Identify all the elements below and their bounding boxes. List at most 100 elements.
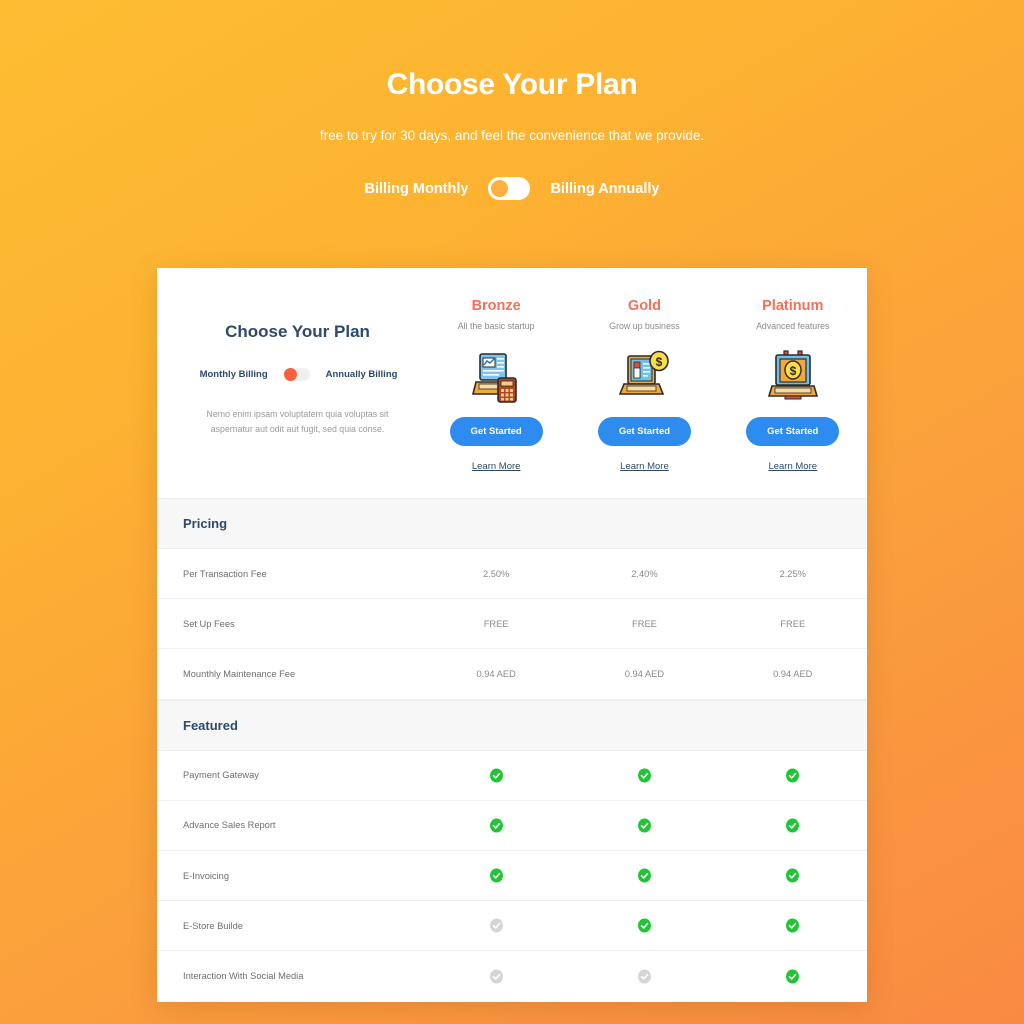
row-cell: 2.50% xyxy=(482,568,510,579)
plan-intro-column: Choose Your Plan Monthly Billing Annuall… xyxy=(157,298,422,472)
card-billing-toggle-group: Monthly Billing Annually Billing xyxy=(183,368,422,381)
page-title: Choose Your Plan xyxy=(386,68,638,101)
plan-name-bronze: Bronze xyxy=(471,298,521,314)
section-title: Pricing xyxy=(183,516,228,531)
plan-subtitle-gold: Grow up business xyxy=(609,321,680,331)
table-row: Advance Sales Report xyxy=(157,801,867,851)
row-label: E-Store Builde xyxy=(183,920,243,931)
row-label: Payment Gateway xyxy=(183,770,259,781)
table-row: E-Store Builde xyxy=(157,901,867,952)
row-cell xyxy=(422,818,570,833)
plan-column-gold: Gold Grow up business $ Get Started Lear… xyxy=(570,298,718,472)
section-title: Featured xyxy=(183,717,238,733)
row-cell xyxy=(422,768,570,783)
plan-column-platinum: Platinum Advanced features $ Get Started… xyxy=(719,298,867,472)
check-icon-on xyxy=(786,818,800,833)
check-icon-on xyxy=(489,868,503,883)
billing-period-switch[interactable] xyxy=(488,177,531,200)
row-cell xyxy=(422,918,570,933)
plan-column-bronze: Bronze All the basic startup Get Started… xyxy=(422,298,570,472)
row-cell xyxy=(570,969,718,984)
row-label: Mounthly Maintenance Fee xyxy=(183,668,296,679)
table-row: Interaction With Social Media xyxy=(157,951,867,1001)
row-cell xyxy=(422,969,570,984)
check-icon-on xyxy=(786,768,800,783)
check-icon-on xyxy=(637,818,651,833)
plan-name-gold: Gold xyxy=(627,298,661,314)
row-cell xyxy=(719,918,867,933)
learn-more-link-gold[interactable]: Learn More xyxy=(570,461,718,472)
table-row: Mounthly Maintenance Fee 0.94 AED 0.94 AED… xyxy=(157,649,867,700)
check-icon-on xyxy=(637,918,651,933)
check-icon-on xyxy=(786,868,800,883)
check-icon-on xyxy=(786,969,800,984)
section-header-featured: Featured xyxy=(157,699,867,751)
learn-more-link-platinum[interactable]: Learn More xyxy=(719,461,867,472)
switch-knob xyxy=(491,180,509,197)
learn-more-link-bronze[interactable]: Learn More xyxy=(422,461,570,472)
check-icon-off xyxy=(489,969,503,984)
billing-monthly-label: Billing Monthly xyxy=(364,180,469,197)
card-description-line-1: Nemo enim ipsam voluptatem quia voluptas… xyxy=(206,409,389,419)
row-cell xyxy=(570,868,718,883)
svg-text:$: $ xyxy=(656,355,663,369)
row-label: Advance Sales Report xyxy=(183,820,276,831)
get-started-button-gold[interactable]: Get Started xyxy=(597,417,692,446)
card-description-line-2: aspernatur aut odit aut fugit, sed quia … xyxy=(210,424,385,435)
row-cell: 0.94 AED xyxy=(624,668,665,679)
page-subtitle: free to try for 30 days, and feel the co… xyxy=(319,128,705,143)
row-cell xyxy=(719,868,867,883)
table-row: Set Up Fees FREE FREE FREE xyxy=(157,599,867,650)
row-cell: 2.25% xyxy=(779,568,806,579)
row-label: Set Up Fees xyxy=(183,618,235,629)
plan-name-platinum: Platinum xyxy=(762,298,824,314)
row-cell: FREE xyxy=(780,618,806,629)
check-icon-off xyxy=(489,918,503,933)
laptop-coin-icon: $ xyxy=(570,345,718,407)
card-annually-billing-label: Annually Billing xyxy=(325,369,398,380)
card-monthly-billing-label: Monthly Billing xyxy=(199,369,268,380)
check-icon-on xyxy=(489,818,503,833)
row-cell: 0.94 AED xyxy=(773,668,813,679)
check-icon-off xyxy=(637,969,651,984)
table-row: Payment Gateway xyxy=(157,751,867,801)
plan-header-section: Choose Your Plan Monthly Billing Annuall… xyxy=(157,268,867,498)
row-cell xyxy=(570,818,718,833)
get-started-button-bronze[interactable]: Get Started xyxy=(449,417,543,446)
svg-text:$: $ xyxy=(789,364,796,378)
billing-toggle-group: Billing Monthly Billing Annually xyxy=(0,177,1024,200)
pricing-card: Choose Your Plan Monthly Billing Annuall… xyxy=(157,268,867,1002)
row-label: E-Invoicing xyxy=(183,870,229,881)
check-icon-on xyxy=(637,768,651,783)
row-label: Per Transaction Fee xyxy=(183,568,267,579)
comparison-table: Pricing Per Transaction Fee 2.50% 2.40% 2.25… xyxy=(157,498,867,1002)
chart-document-calculator-icon xyxy=(422,345,570,407)
row-cell xyxy=(719,818,867,833)
card-billing-switch[interactable] xyxy=(283,368,310,381)
plan-subtitle-bronze: All the basic startup xyxy=(457,321,535,331)
card-switch-knob xyxy=(283,368,297,381)
row-cell: FREE xyxy=(632,618,657,629)
check-icon-on xyxy=(489,768,503,783)
row-cell: 2.40% xyxy=(631,568,658,579)
get-started-button-platinum[interactable]: Get Started xyxy=(746,417,840,446)
billing-annually-label: Billing Annually xyxy=(550,180,660,197)
check-icon-on xyxy=(637,868,651,883)
section-header-pricing: Pricing xyxy=(157,498,867,549)
hero-section: Choose Your Plan free to try for 30 days… xyxy=(0,0,1024,200)
row-cell xyxy=(570,768,718,783)
row-cell: 0.94 AED xyxy=(476,668,516,679)
plan-subtitle-platinum: Advanced features xyxy=(756,321,830,331)
clipboard-dollar-coin-icon: $ xyxy=(719,345,867,407)
card-description: Nemo enim ipsam voluptatem quia voluptas… xyxy=(183,407,422,438)
row-cell xyxy=(719,969,867,984)
row-cell xyxy=(570,918,718,933)
check-icon-on xyxy=(786,918,800,933)
table-row: Per Transaction Fee 2.50% 2.40% 2.25% xyxy=(157,549,867,600)
row-cell: FREE xyxy=(483,618,509,629)
table-row: E-Invoicing xyxy=(157,851,867,902)
row-cell xyxy=(422,868,570,883)
row-cell xyxy=(719,768,867,783)
card-title: Choose Your Plan xyxy=(225,322,370,341)
row-label: Interaction With Social Media xyxy=(183,971,304,982)
